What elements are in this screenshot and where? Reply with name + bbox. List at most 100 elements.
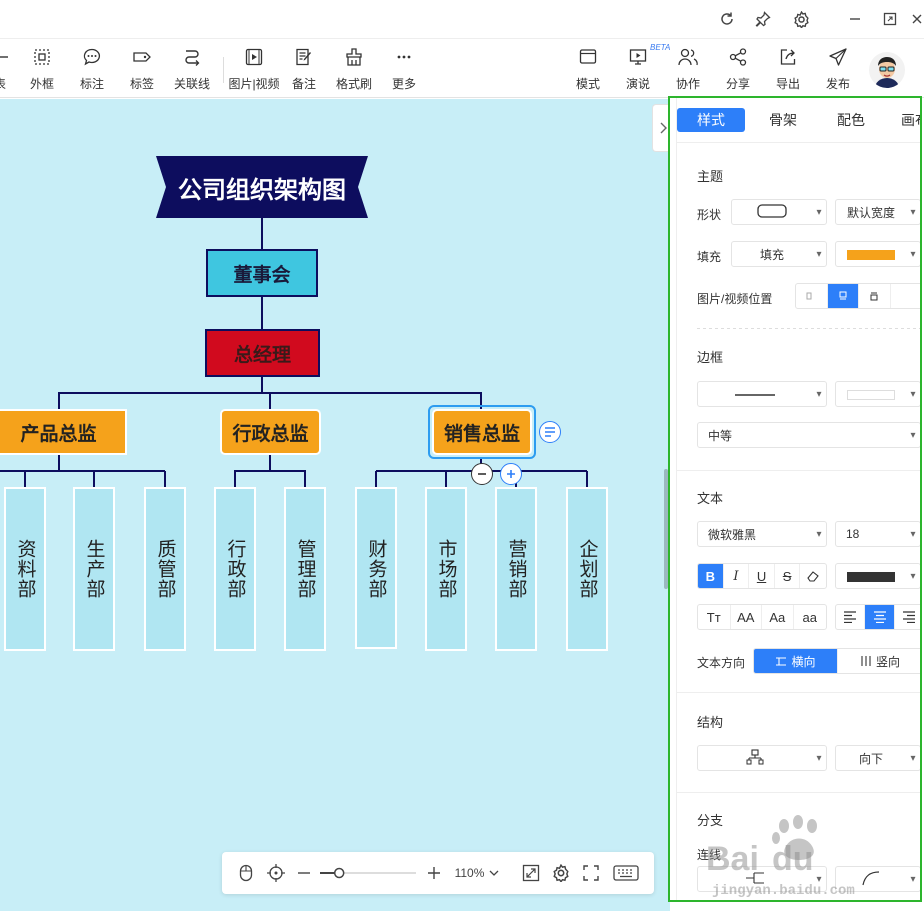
shape-select[interactable]: ▾	[731, 199, 827, 225]
toolbar-callout-button[interactable]: 标注	[64, 45, 120, 92]
toolbar-share-button[interactable]: 分享	[710, 45, 766, 92]
chevron-down-icon: ▾	[910, 206, 916, 218]
tab-canvas[interactable]: 画布	[885, 108, 920, 132]
refresh-icon[interactable]	[714, 6, 740, 32]
fill-color-picker[interactable]: ▾	[835, 241, 920, 267]
toolbar-frame-button[interactable]: 外框	[14, 45, 70, 92]
note-badge-icon[interactable]	[539, 421, 561, 443]
chevron-down-icon: ▾	[910, 248, 916, 260]
media-top-option[interactable]	[827, 284, 859, 308]
bold-icon[interactable]: B	[698, 564, 724, 588]
restore-window-icon[interactable]	[877, 6, 903, 32]
department-node[interactable]: 财务部	[355, 487, 397, 649]
font-family-select[interactable]: 微软雅黑 ▾	[697, 521, 827, 547]
director-node-product[interactable]: 产品总监	[0, 409, 127, 455]
director-node-admin[interactable]: 行政总监	[220, 409, 321, 455]
case-option-small-caps[interactable]: Tт	[698, 605, 731, 629]
locate-center-icon[interactable]	[266, 863, 286, 883]
chevron-down-icon: ▾	[910, 429, 916, 441]
toolbar-format-painter-button[interactable]: 格式刷	[326, 45, 382, 92]
vertical-text-icon	[861, 656, 871, 666]
border-color-swatch	[847, 389, 895, 400]
strikethrough-icon[interactable]: S	[775, 564, 801, 588]
pin-icon[interactable]	[750, 6, 776, 32]
case-option-capitalize[interactable]: Aa	[762, 605, 794, 629]
department-node[interactable]: 生产部	[73, 487, 115, 651]
department-node[interactable]: 资料部	[4, 487, 46, 651]
minimize-icon[interactable]	[842, 6, 868, 32]
border-weight-select[interactable]: 中等 ▾	[697, 422, 920, 448]
zoom-toolbar: 110%	[222, 852, 654, 894]
add-child-plus-icon[interactable]	[500, 463, 522, 485]
border-color-picker[interactable]: ▾	[835, 381, 920, 407]
direction-vertical-option[interactable]: 竖向	[838, 649, 920, 673]
close-window-icon[interactable]	[904, 6, 924, 32]
tab-skeleton[interactable]: 骨架	[749, 108, 817, 132]
width-select[interactable]: 默认宽度 ▾	[835, 199, 920, 225]
department-node[interactable]: 市场部	[425, 487, 467, 651]
general-manager-node[interactable]: 总经理	[205, 329, 320, 377]
align-right-icon[interactable]	[895, 605, 920, 629]
media-bottom-option[interactable]	[859, 284, 891, 308]
border-section-title: 边框	[697, 350, 724, 365]
toolbar-mode-button[interactable]: 模式	[560, 45, 616, 92]
collapse-minus-icon[interactable]	[471, 463, 493, 485]
chevron-down-icon: ▾	[816, 388, 822, 400]
media-right-option[interactable]	[891, 284, 921, 308]
director-node-sales[interactable]: 销售总监	[432, 409, 532, 455]
underline-icon[interactable]: U	[749, 564, 775, 588]
svg-text:du: du	[772, 840, 814, 878]
general-manager-text: 总经理	[233, 344, 291, 366]
align-center-icon[interactable]	[865, 605, 895, 629]
toolbar-media-button[interactable]: 图片|视频	[226, 45, 282, 92]
mouse-mode-icon[interactable]	[236, 863, 256, 883]
direction-horizontal-option[interactable]: 横向	[754, 649, 838, 673]
department-node[interactable]: 企划部	[566, 487, 608, 651]
canvas-settings-gear-icon[interactable]	[550, 863, 572, 883]
align-left-icon[interactable]	[836, 605, 866, 629]
toolbar-more-button[interactable]: 更多	[376, 45, 432, 92]
mindmap-canvas[interactable]: 公司组织架构图 董事会 总经理 产品总监 行政总监 销售总监 资料部 生产部 质…	[0, 99, 670, 911]
fill-label: 填充	[697, 250, 722, 264]
root-title-node[interactable]: 公司组织架构图	[156, 156, 368, 218]
fullscreen-icon[interactable]	[580, 863, 602, 883]
eraser-icon[interactable]	[800, 564, 826, 588]
toolbar-collaborate-button[interactable]: 协作	[660, 45, 716, 92]
zoom-out-icon[interactable]	[296, 863, 312, 883]
toolbar-export-button[interactable]: 导出	[760, 45, 816, 92]
case-option-lower[interactable]: aa	[794, 605, 826, 629]
zoom-level-select[interactable]: 110%	[450, 863, 504, 883]
tab-style[interactable]: 样式	[677, 108, 745, 132]
department-node[interactable]: 营销部	[495, 487, 537, 651]
media-left-option[interactable]	[796, 284, 828, 308]
department-text: 资料部	[14, 539, 36, 599]
department-node[interactable]: 质管部	[144, 487, 186, 651]
toolbar-relation-line-button[interactable]: 关联线	[164, 45, 220, 92]
font-size-select[interactable]: 18 ▾	[835, 521, 920, 547]
department-node[interactable]: 管理部	[284, 487, 326, 651]
tab-color-scheme[interactable]: 配色	[817, 108, 885, 132]
border-style-select[interactable]: ▾	[697, 381, 827, 407]
zoom-slider[interactable]	[318, 863, 418, 883]
department-node[interactable]: 行政部	[214, 487, 256, 651]
italic-icon[interactable]: I	[724, 564, 750, 588]
department-text: 市场部	[435, 539, 457, 599]
main-toolbar: 表 外框 标注 标签 关联线 图片|视频 备注 格式刷 更多 模式 BETA 演…	[0, 38, 924, 98]
structure-layout-select[interactable]: ▾	[697, 745, 827, 771]
toolbar-publish-button[interactable]: 发布	[810, 45, 866, 92]
fit-screen-icon[interactable]	[520, 863, 542, 883]
toolbar-note-button[interactable]: 备注	[276, 45, 332, 92]
settings-gear-icon[interactable]	[788, 6, 814, 32]
toolbar-presentation-button[interactable]: BETA 演说	[610, 43, 670, 92]
structure-direction-select[interactable]: 向下 ▾	[835, 745, 920, 771]
board-node[interactable]: 董事会	[206, 249, 318, 297]
callout-icon	[81, 45, 103, 69]
user-avatar[interactable]	[869, 52, 905, 88]
case-option-upper[interactable]: AA	[731, 605, 763, 629]
toolbar-tag-button[interactable]: 标签	[114, 45, 170, 92]
fill-type-select[interactable]: 填充 ▾	[731, 241, 827, 267]
structure-section-title: 结构	[697, 715, 724, 730]
text-color-picker[interactable]: ▾	[835, 563, 920, 589]
keyboard-shortcuts-icon[interactable]	[612, 863, 640, 883]
zoom-in-icon[interactable]	[424, 863, 444, 883]
